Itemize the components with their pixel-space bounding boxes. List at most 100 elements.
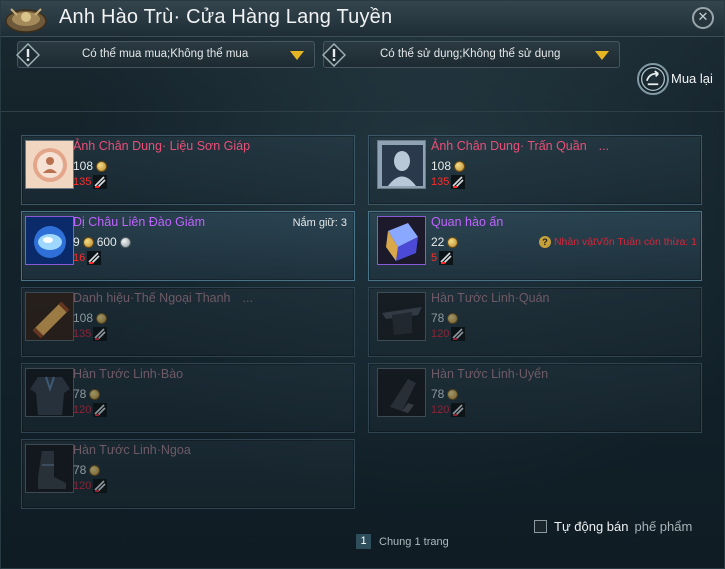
stock-value: 135 [73,328,92,340]
price-value: 108 [431,159,452,173]
remaining-text: Nhân vậtVõn Tuần còn thừa: 1 [553,236,697,248]
stock-icon [451,403,466,417]
holdings-count: Nắm giữ: 3 [292,217,347,229]
item-name: Danh hiệu·Thế Ngoại Thanh... [73,291,253,305]
price-value: 9 [73,235,80,249]
buyback-label: Mua lại [671,71,713,86]
silver-coin-icon [119,236,131,248]
page-total-text: Chung 1 trang [379,535,449,548]
item-stock: 135 [431,175,466,189]
shop-window: Anh Hào Trù· Cửa Hàng Lang Tuyền ✕ Có th… [0,0,725,569]
stock-icon [451,327,466,341]
item-name: Ảnh Chân Dung· Liệu Sơn Giáp [73,139,251,153]
buy-filter-dropdown[interactable]: Có thể mua mua;Không thể mua [16,41,315,68]
use-filter-dropdown[interactable]: Có thể sử dụng;Không thể sử dụng [322,41,620,68]
window-title: Anh Hào Trù· Cửa Hàng Lang Tuyền [59,6,393,28]
close-icon[interactable]: ✕ [692,7,714,29]
price-value: 108 [73,311,94,325]
item-name: Dị Châu Liên Đào Giám [73,215,206,229]
shop-item[interactable]: Ảnh Chân Dung· Trấn Quần... 108 135 [368,135,702,205]
stock-value: 120 [73,404,92,416]
buyback-button[interactable]: Mua lại [637,63,723,97]
stock-icon [93,479,108,493]
gem-icon [25,216,74,265]
item-price: 78 [73,463,101,477]
stock-value: 120 [431,328,450,340]
use-filter-text: Có thể sử dụng;Không thể sử dụng [380,48,561,60]
stock-icon [439,251,454,265]
shop-item[interactable]: Hàn Tước Linh·Bào 78 120 [21,363,355,433]
item-stock: 135 [73,327,108,341]
price-value: 22 [431,235,445,249]
pagination: 1 Chung 1 trang [356,534,449,549]
item-stock: 5 [431,251,454,265]
item-name: Hàn Tước Linh·Uyển [431,367,549,381]
item-name-ellipsis: ... [598,139,610,153]
item-price: 78 [73,387,101,401]
stock-icon [93,403,108,417]
item-stock: 120 [73,403,108,417]
warning-icon [16,43,40,67]
warning-icon [322,43,346,67]
shop-emblem-icon [5,8,47,33]
item-price: 108 [73,159,108,173]
item-stock: 16 [73,251,102,265]
item-price: 9 600 [73,235,131,249]
shop-item[interactable]: Ảnh Chân Dung· Liệu Sơn Giáp 108 135 [21,135,355,205]
item-stock: 135 [73,175,108,189]
stock-icon [451,175,466,189]
gold-coin-icon [96,312,108,324]
item-price: 22 [431,235,459,249]
gold-coin-icon [447,388,459,400]
item-name: Hàn Tước Linh·Quán [431,291,550,305]
hat-icon [377,292,426,341]
shop-item[interactable]: Hàn Tước Linh·Uyển 78 120 [368,363,702,433]
auto-sell-sublabel: phế phẩm [634,518,693,534]
stock-value: 120 [431,404,450,416]
portrait-silhouette-icon [377,140,426,189]
scroll-icon [25,292,74,341]
stock-value: 5 [431,252,438,264]
page-number[interactable]: 1 [356,534,371,549]
auto-sell-checkbox[interactable] [534,519,547,533]
item-price: 78 [431,387,459,401]
shop-item[interactable]: Quan hào ấn ? Nhân vậtVõn Tuần còn thừa:… [368,211,702,281]
stock-value: 120 [73,480,92,492]
item-name: Quan hào ấn [431,215,504,229]
item-name: Ảnh Chân Dung· Trấn Quần... [431,139,609,153]
item-price: 108 [73,311,108,325]
gold-coin-icon [447,312,459,324]
chevron-down-icon [595,51,609,60]
item-name-ellipsis: ... [242,291,253,305]
auto-sell-label: Tự động bán [554,518,629,534]
gold-coin-icon [82,236,94,248]
item-name: Hàn Tước Linh·Ngoa [73,443,191,457]
seal-icon [377,216,426,265]
price-value: 78 [431,311,445,325]
item-stock: 120 [431,327,466,341]
item-name: Hàn Tước Linh·Bào [73,367,184,381]
shop-item[interactable]: Danh hiệu·Thế Ngoại Thanh... 108 135 [21,287,355,357]
price-value-secondary: 600 [96,235,117,249]
gold-coin-icon [89,388,101,400]
shop-item[interactable]: Hàn Tước Linh·Ngoa 78 120 [21,439,355,509]
auto-sell-option[interactable]: Tự động bán phế phẩm [534,518,692,534]
buy-filter-text: Có thể mua mua;Không thể mua [82,48,249,60]
question-icon: ? [538,236,551,248]
buyback-icon [637,63,669,95]
gold-coin-icon [96,160,108,172]
boot-icon [25,444,74,493]
stock-icon [93,327,108,341]
robe-icon [25,368,74,417]
shop-item[interactable]: Hàn Tước Linh·Quán 78 120 [368,287,702,357]
glove-icon [377,368,426,417]
stock-value: 16 [73,252,86,264]
gold-coin-icon [454,160,466,172]
divider [1,111,724,112]
gold-coin-icon [89,464,101,476]
remaining-limit: ? Nhân vậtVõn Tuần còn thừa: 1 [538,236,697,248]
gold-coin-icon [447,236,459,248]
portrait-icon [25,140,74,189]
shop-item[interactable]: Dị Châu Liên Đào Giám Nắm giữ: 3 9 600 1… [21,211,355,281]
item-stock: 120 [73,479,108,493]
